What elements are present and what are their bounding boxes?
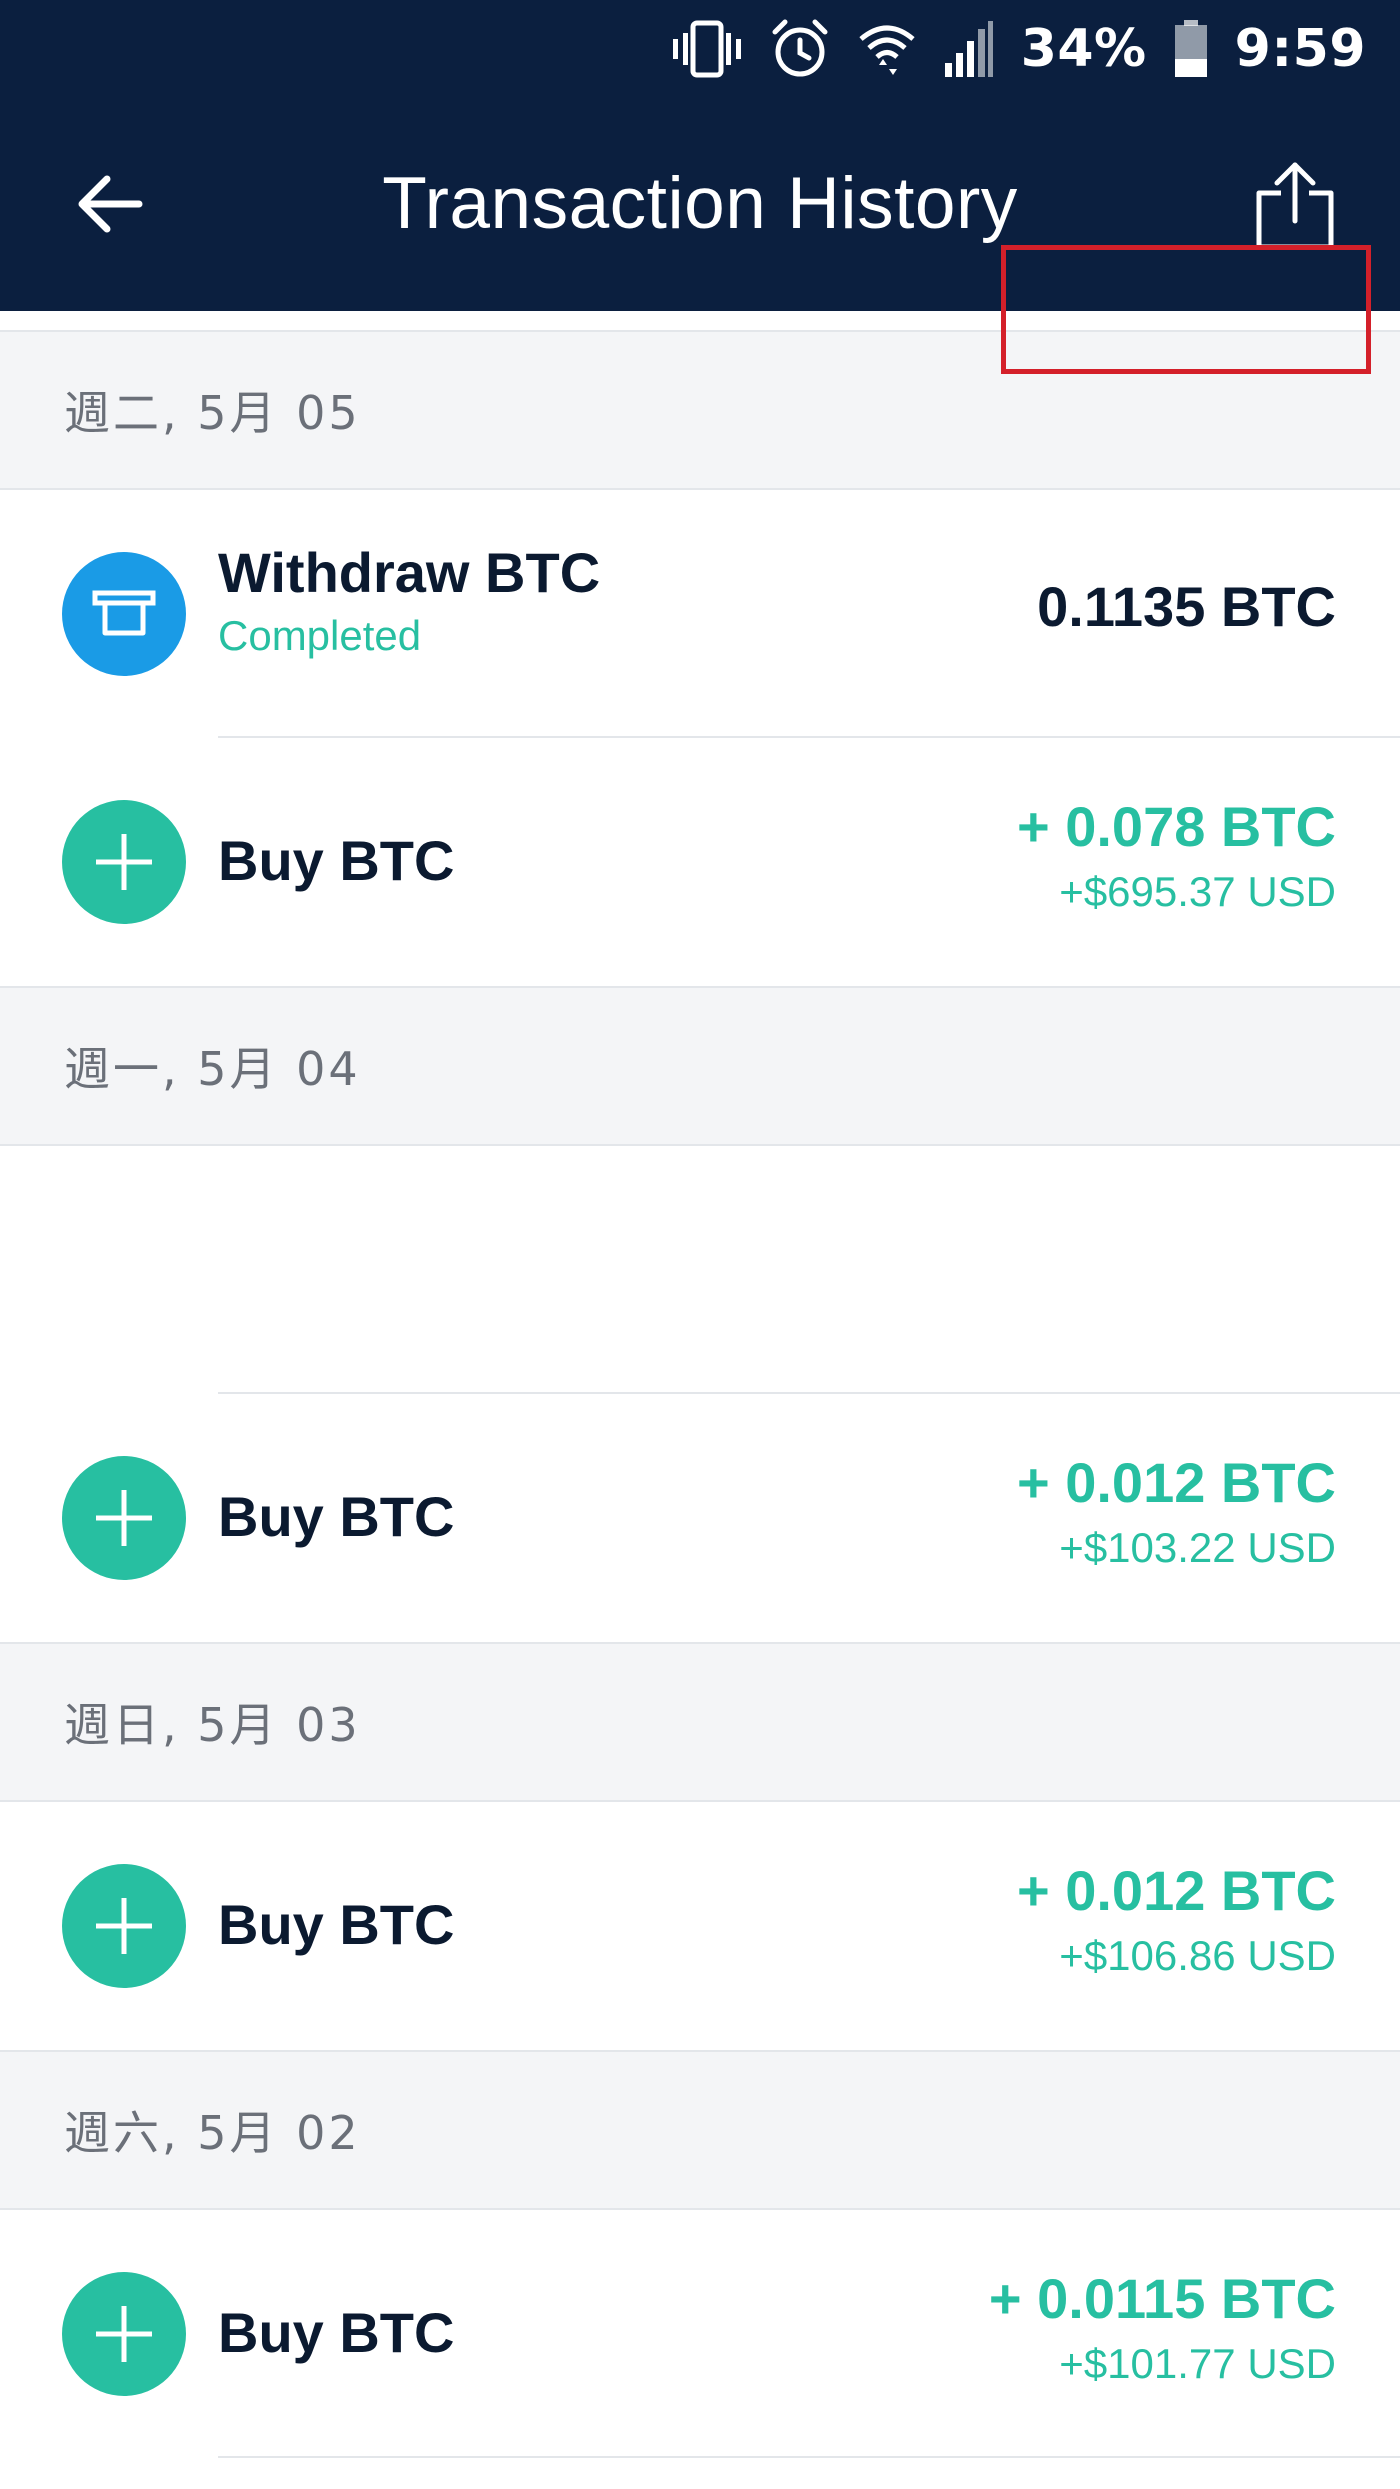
plus-icon <box>96 1490 152 1546</box>
wifi-icon <box>857 19 917 79</box>
buy-icon-circle <box>62 800 186 924</box>
transaction-title: Buy BTC <box>218 1485 455 1548</box>
share-icon <box>1256 162 1334 250</box>
clock-time: 9:59 <box>1234 19 1366 79</box>
row-divider <box>218 2456 1400 2458</box>
battery-percent: 34% <box>1020 19 1147 79</box>
plus-icon <box>96 2306 152 2362</box>
transaction-row-buy[interactable]: Buy BTC + 0.012 BTC +$106.86 USD <box>0 1802 1400 2050</box>
signal-icon <box>943 19 995 79</box>
transaction-row-buy[interactable]: Buy BTC + 0.012 BTC +$103.22 USD <box>0 1394 1400 1642</box>
transaction-amount: + 0.012 BTC <box>1016 1859 1336 1922</box>
buy-icon-circle <box>62 1456 186 1580</box>
transaction-fiat-amount: +$101.77 USD <box>1059 2340 1336 2387</box>
transaction-status: Completed <box>218 612 422 659</box>
date-header: 週六, 5月 02 <box>0 2050 1400 2210</box>
transaction-fiat-amount: +$695.37 USD <box>1059 868 1336 915</box>
share-button[interactable] <box>1240 150 1350 260</box>
transaction-fiat-amount: +$103.22 USD <box>1059 1524 1336 1571</box>
page-title: Transaction History <box>382 163 1018 244</box>
highlight-box <box>1001 245 1371 374</box>
date-label: 週日, 5月 03 <box>64 1698 361 1752</box>
withdraw-icon-circle <box>62 552 186 676</box>
atm-withdraw-icon <box>92 590 156 636</box>
buy-icon-circle <box>62 1864 186 1988</box>
date-header: 週一, 5月 04 <box>0 986 1400 1146</box>
transaction-amount: 0.1135 BTC <box>1037 575 1336 638</box>
transaction-row-buy[interactable]: Buy BTC + 0.078 BTC +$695.37 USD <box>0 738 1400 986</box>
plus-icon <box>96 1898 152 1954</box>
date-header: 週日, 5月 03 <box>0 1642 1400 1802</box>
date-label: 週六, 5月 02 <box>64 2106 361 2160</box>
transaction-row-buy[interactable]: Buy BTC + 0.0115 BTC +$101.77 USD <box>0 2210 1400 2458</box>
date-label: 週二, 5月 05 <box>64 386 361 440</box>
transaction-row-blank[interactable] <box>0 1146 1400 1394</box>
transaction-title: Buy BTC <box>218 1893 455 1956</box>
transaction-amount: + 0.012 BTC <box>1016 1451 1336 1514</box>
transaction-title: Buy BTC <box>218 829 455 892</box>
transaction-title: Buy BTC <box>218 2301 455 2364</box>
vibrate-icon <box>671 19 743 79</box>
alarm-icon <box>769 18 831 80</box>
plus-icon <box>96 834 152 890</box>
date-label: 週一, 5月 04 <box>64 1042 361 1096</box>
transaction-amount: + 0.078 BTC <box>1016 795 1336 858</box>
buy-icon-circle <box>62 2272 186 2396</box>
battery-icon <box>1173 19 1209 79</box>
transaction-fiat-amount: +$106.86 USD <box>1059 1932 1336 1979</box>
transaction-amount: + 0.0115 BTC <box>988 2267 1336 2330</box>
transaction-title: Withdraw BTC <box>218 541 601 604</box>
transaction-row-withdraw[interactable]: Withdraw BTC Completed 0.1135 BTC <box>0 490 1400 738</box>
status-bar: 34% 9:59 <box>671 0 1400 98</box>
